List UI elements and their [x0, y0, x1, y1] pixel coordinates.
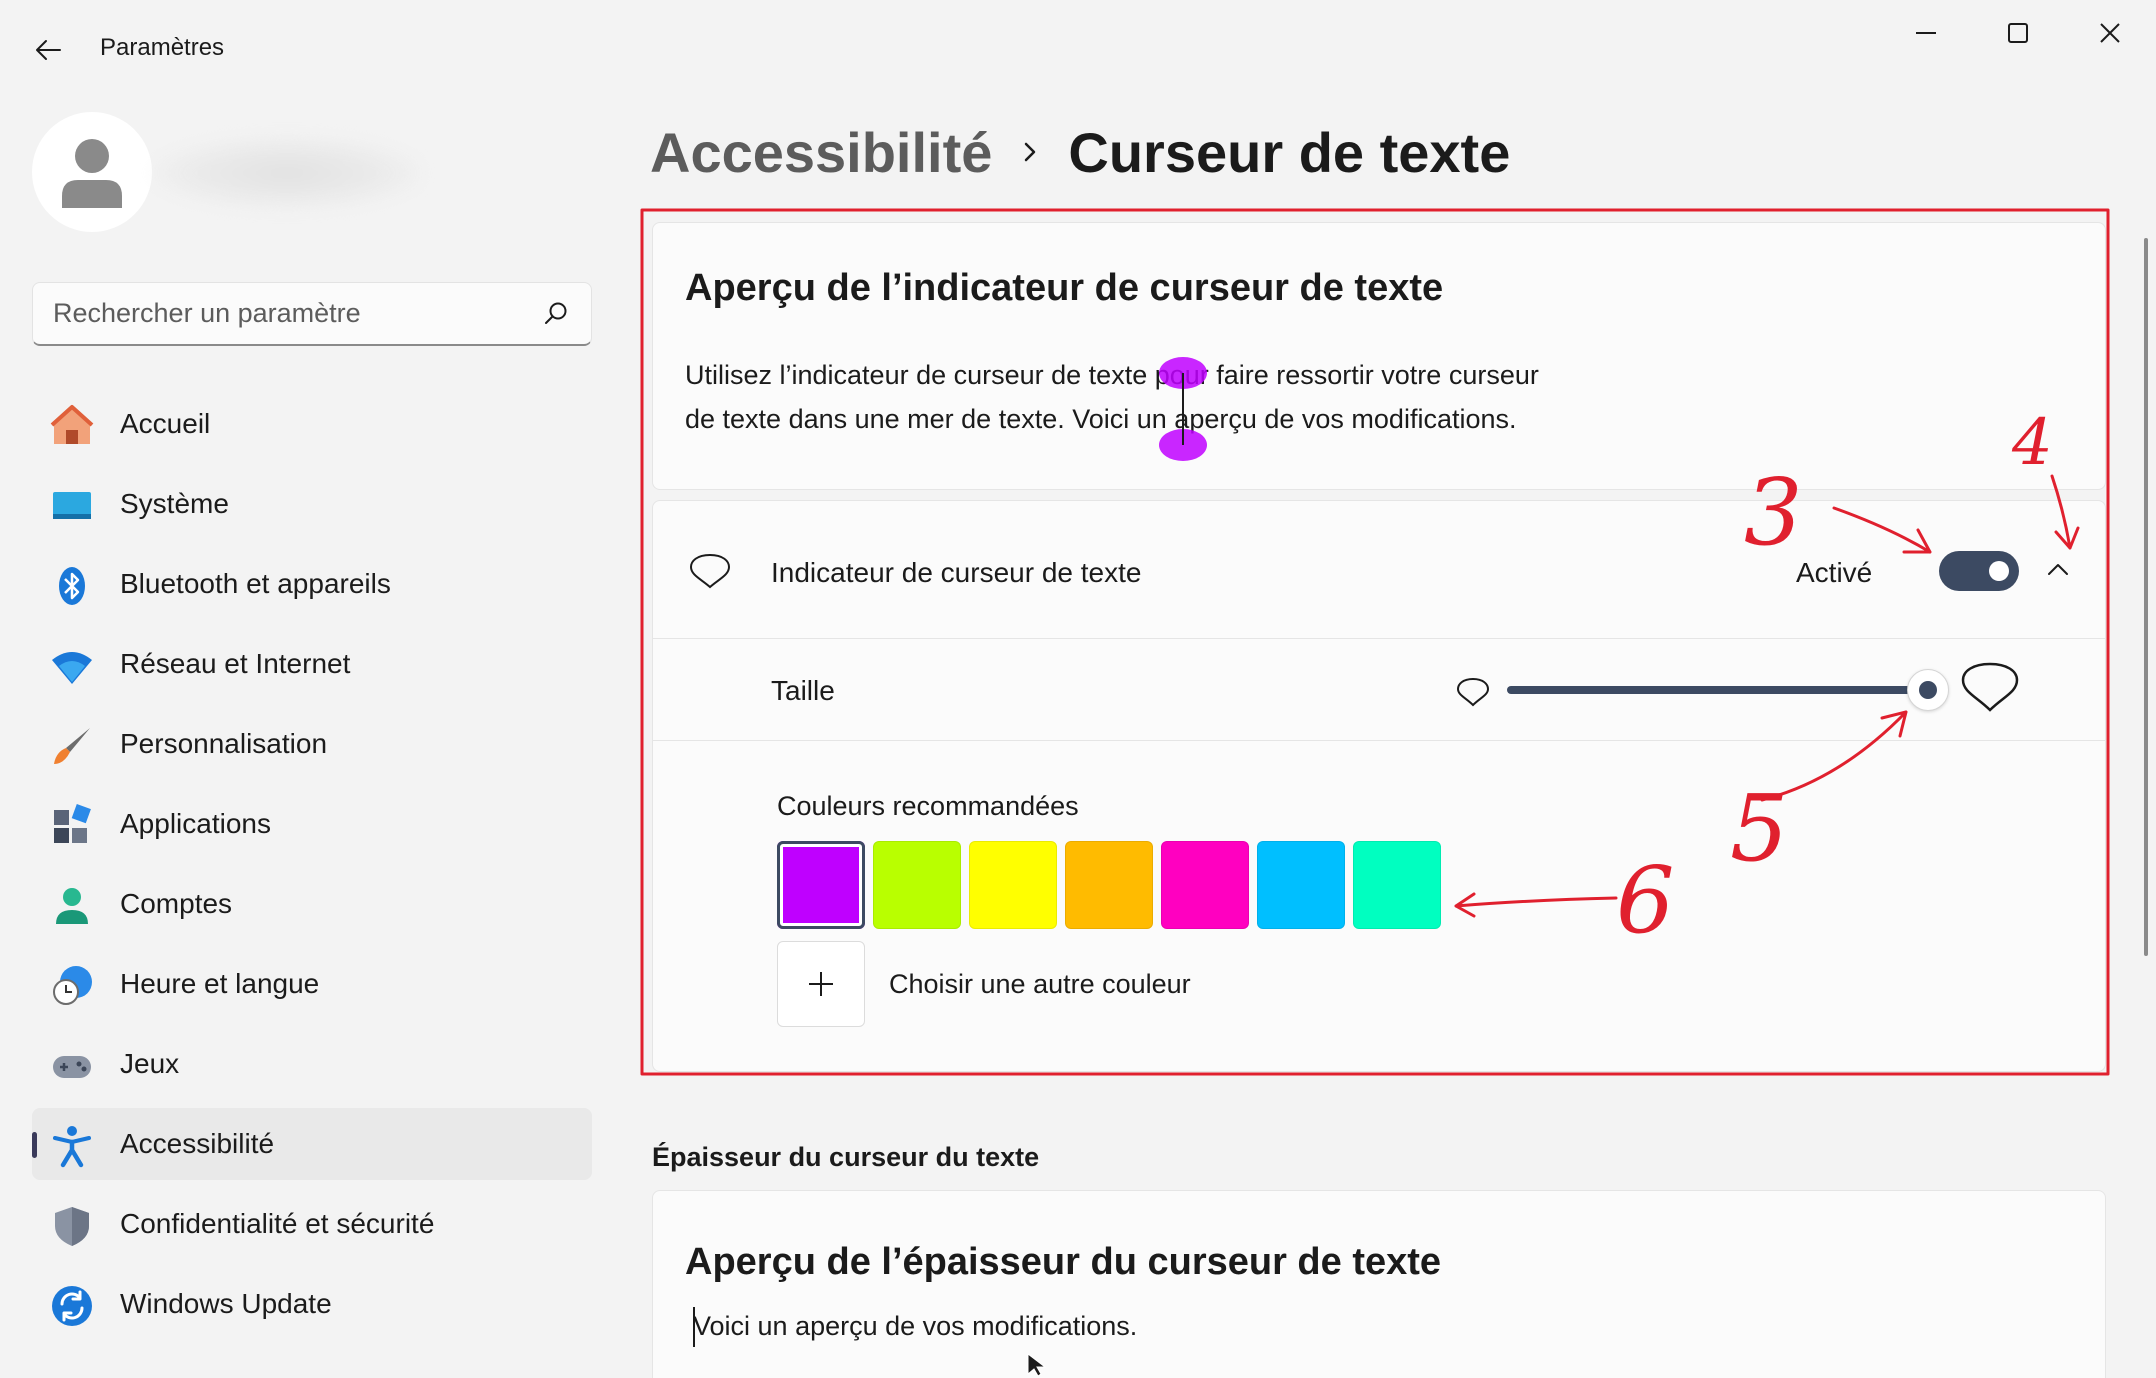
- thickness-title: Aperçu de l’épaisseur du curseur de text…: [685, 1241, 1442, 1283]
- blurred-user-name: [152, 136, 422, 210]
- color-swatch-lime[interactable]: [873, 841, 961, 929]
- title-bar: Paramètres: [0, 0, 2156, 96]
- shield-icon: [50, 1204, 94, 1248]
- wifi-icon: [50, 644, 94, 688]
- sidebar-item-label: Jeux: [120, 1048, 180, 1079]
- back-arrow-icon: [36, 40, 61, 60]
- minimize-icon: [1916, 32, 1936, 34]
- recommended-colors-label: Couleurs recommandées: [777, 791, 1079, 821]
- sidebar-item-reseau[interactable]: Réseau et Internet: [32, 628, 592, 700]
- size-slider-thumb[interactable]: [1907, 669, 1949, 711]
- color-swatch-purple[interactable]: [777, 841, 865, 929]
- scrollbar[interactable]: [2144, 238, 2148, 956]
- user-profile[interactable]: [32, 112, 532, 236]
- back-button[interactable]: [22, 24, 74, 76]
- sidebar-item-label: Réseau et Internet: [120, 648, 351, 679]
- large-indicator-icon: [1961, 662, 2019, 712]
- sidebar-item-comptes[interactable]: Comptes: [32, 868, 592, 940]
- size-slider-track[interactable]: [1507, 686, 1927, 694]
- minimize-button[interactable]: [1882, 8, 1970, 58]
- maximize-icon: [2008, 23, 2028, 43]
- mouse-pointer-icon: [1027, 1352, 1047, 1377]
- sidebar-item-accueil[interactable]: Accueil: [32, 388, 592, 460]
- color-swatches: [777, 841, 1441, 929]
- search-box[interactable]: [32, 282, 592, 346]
- avatar: [32, 112, 152, 232]
- sidebar-item-accessibilite[interactable]: Accessibilité: [32, 1108, 592, 1180]
- text-cursor-indicator-icon: [1159, 357, 1207, 461]
- app-title: Paramètres: [100, 34, 225, 61]
- sidebar-item-windows-update[interactable]: Windows Update: [32, 1268, 592, 1340]
- system-icon: [50, 484, 94, 528]
- gamepad-icon: [50, 1044, 94, 1088]
- sidebar-item-label: Accessibilité: [120, 1128, 275, 1159]
- breadcrumb: Accessibilité Curseur de texte: [650, 112, 1510, 192]
- toggle-knob: [1989, 561, 2009, 581]
- search-input[interactable]: [53, 283, 533, 343]
- globe-clock-icon: [50, 964, 94, 1008]
- add-color-button[interactable]: [777, 941, 865, 1027]
- small-indicator-icon: [1456, 677, 1490, 707]
- indicator-settings-card: Indicateur de curseur de texte Activé Ta…: [652, 500, 2106, 1072]
- sidebar-item-applications[interactable]: Applications: [32, 788, 592, 860]
- page-title: Curseur de texte: [1068, 120, 1511, 184]
- thickness-preview-text: Voici un aperçu de vos modifications.: [693, 1311, 1138, 1341]
- indicator-drop-icon: [689, 553, 731, 589]
- update-icon: [50, 1284, 94, 1328]
- search-icon[interactable]: [543, 301, 569, 327]
- sidebar-item-heure[interactable]: Heure et langue: [32, 948, 592, 1020]
- maximize-button[interactable]: [1974, 8, 2062, 58]
- accessibility-icon: [50, 1124, 94, 1168]
- color-swatch-blue[interactable]: [1257, 841, 1345, 929]
- indicator-toggle-row[interactable]: Indicateur de curseur de texte Activé: [653, 501, 2105, 639]
- sidebar-item-label: Système: [120, 488, 229, 519]
- indicator-label: Indicateur de curseur de texte: [771, 557, 1142, 588]
- account-icon: [50, 884, 94, 928]
- color-swatch-yellow[interactable]: [969, 841, 1057, 929]
- thickness-preview-card: Aperçu de l’épaisseur du curseur de text…: [652, 1190, 2106, 1378]
- sidebar-item-label: Windows Update: [120, 1288, 332, 1319]
- add-color-label: Choisir une autre couleur: [889, 969, 1191, 999]
- home-icon: [50, 404, 94, 448]
- size-row: Taille: [653, 639, 2105, 741]
- sidebar-item-label: Heure et langue: [120, 968, 320, 999]
- chevron-right-icon: [1022, 140, 1038, 164]
- breadcrumb-parent[interactable]: Accessibilité: [650, 120, 992, 185]
- indicator-toggle[interactable]: [1939, 551, 2019, 591]
- color-swatch-pink[interactable]: [1161, 841, 1249, 929]
- sidebar-item-label: Confidentialité et sécurité: [120, 1208, 435, 1239]
- sidebar-item-personnalisation[interactable]: Personnalisation: [32, 708, 592, 780]
- apps-icon: [50, 804, 94, 848]
- close-button[interactable]: [2066, 8, 2154, 58]
- sidebar-item-label: Bluetooth et appareils: [120, 568, 391, 599]
- sidebar-item-bluetooth[interactable]: Bluetooth et appareils: [32, 548, 592, 620]
- plus-icon: [809, 972, 833, 996]
- sidebar-item-confidentialite[interactable]: Confidentialité et sécurité: [32, 1188, 592, 1260]
- close-icon: [2100, 23, 2120, 43]
- chevron-up-icon[interactable]: [2045, 557, 2071, 583]
- bluetooth-icon: [50, 564, 94, 608]
- brush-icon: [50, 724, 94, 768]
- size-label: Taille: [771, 675, 835, 706]
- preview-title: Aperçu de l’indicateur de curseur de tex…: [685, 267, 1444, 309]
- indicator-preview-card: Aperçu de l’indicateur de curseur de tex…: [652, 222, 2106, 490]
- sidebar-nav: Accueil Système Bluetooth et appareils R…: [32, 388, 592, 1348]
- toggle-status: Activé: [1796, 557, 1873, 588]
- sidebar-item-label: Applications: [120, 808, 271, 839]
- color-swatch-teal[interactable]: [1353, 841, 1441, 929]
- person-icon: [62, 139, 122, 208]
- sidebar-item-jeux[interactable]: Jeux: [32, 1028, 592, 1100]
- sidebar-item-systeme[interactable]: Système: [32, 468, 592, 540]
- sidebar-item-label: Personnalisation: [120, 728, 328, 759]
- color-swatch-orange[interactable]: [1065, 841, 1153, 929]
- thickness-section-heading: Épaisseur du curseur du texte: [652, 1142, 1040, 1172]
- sidebar-item-label: Comptes: [120, 888, 233, 919]
- sidebar-item-label: Accueil: [120, 408, 211, 439]
